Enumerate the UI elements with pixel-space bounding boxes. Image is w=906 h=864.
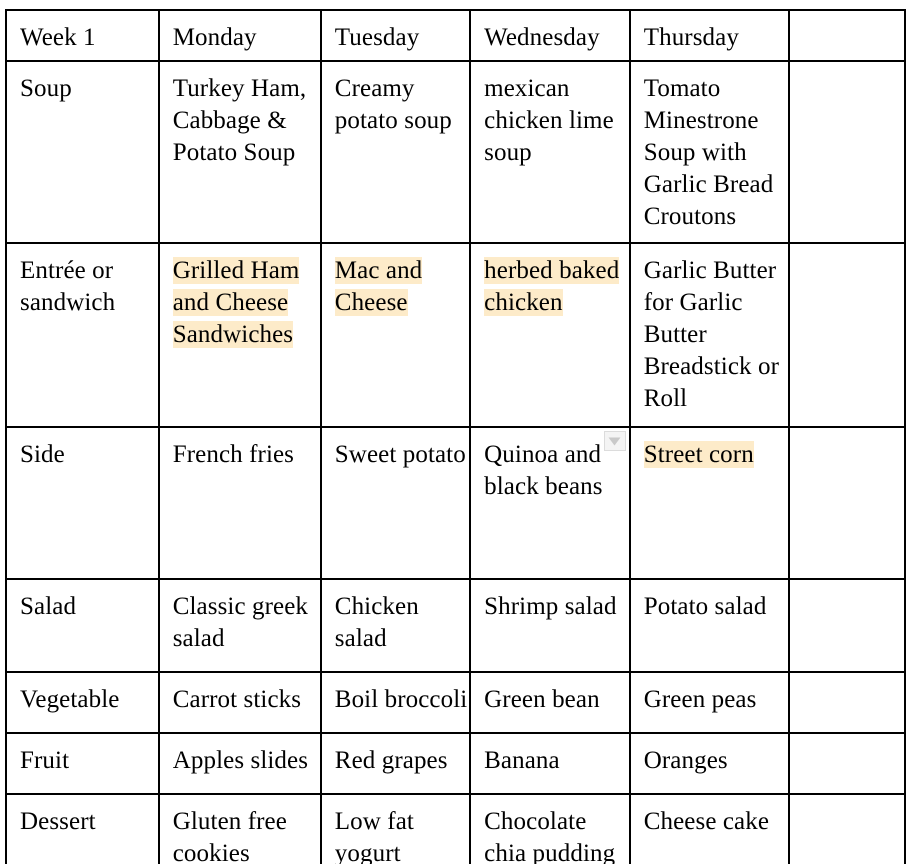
cell-salad-tuesday[interactable]: Chicken salad: [319, 578, 472, 673]
row-label-vegetable[interactable]: Vegetable: [5, 671, 160, 734]
row-label-dessert[interactable]: Dessert: [5, 793, 160, 864]
row-label-entree[interactable]: Entrée or sandwich: [5, 242, 160, 428]
cell-fruit-tuesday[interactable]: Red grapes: [319, 732, 472, 795]
cell-entree-overflow[interactable]: [788, 242, 906, 428]
cell-fruit-wednesday[interactable]: Banana: [469, 732, 631, 795]
weekly-menu-table: Week 1 Monday Tuesday Wednesday Thursday…: [5, 9, 906, 864]
cell-salad-overflow[interactable]: [788, 578, 906, 673]
menu-sheet: Week 1 Monday Tuesday Wednesday Thursday…: [0, 0, 906, 864]
cell-salad-wednesday[interactable]: Shrimp salad: [469, 578, 631, 673]
cell-vegetable-thursday[interactable]: Green peas: [628, 671, 791, 734]
header-label-thursday: Thursday: [643, 24, 739, 51]
table-row-entree: Entrée or sandwich Grilled Ham and Chees…: [5, 242, 906, 428]
cell-entree-tuesday[interactable]: Mac and Cheese: [319, 242, 472, 428]
cell-dessert-wednesday[interactable]: Chocolate chia pudding: [469, 793, 631, 864]
header-label-tuesday: Tuesday: [334, 24, 420, 51]
row-label-fruit[interactable]: Fruit: [5, 732, 160, 795]
cell-fruit-overflow[interactable]: [788, 732, 906, 795]
header-cell-thursday[interactable]: Thursday: [628, 9, 791, 62]
cell-side-overflow[interactable]: [788, 426, 906, 580]
header-cell-week[interactable]: Week 1: [5, 9, 160, 62]
row-label-salad[interactable]: Salad: [5, 578, 160, 673]
cell-side-tuesday[interactable]: Sweet potato: [319, 426, 472, 580]
cell-soup-monday[interactable]: Turkey Ham, Cabbage & Potato Soup: [157, 60, 322, 244]
table-row-salad: Salad Classic greek salad Chicken salad …: [5, 578, 906, 673]
cell-side-thursday[interactable]: Street corn: [628, 426, 791, 580]
cell-vegetable-wednesday[interactable]: Green bean: [469, 671, 631, 734]
table-row-side: Side French fries Sweet potato Quinoa an…: [5, 426, 906, 580]
header-label-week: Week 1: [20, 24, 96, 51]
row-label-side[interactable]: Side: [5, 426, 160, 580]
cell-dessert-tuesday[interactable]: Low fat yogurt: [319, 793, 472, 864]
cell-entree-monday[interactable]: Grilled Ham and Cheese Sandwiches: [157, 242, 322, 428]
header-cell-wednesday[interactable]: Wednesday: [469, 9, 631, 62]
header-cell-overflow[interactable]: [788, 9, 906, 62]
header-cell-tuesday[interactable]: Tuesday: [319, 9, 472, 62]
header-cell-monday[interactable]: Monday: [157, 9, 322, 62]
cell-vegetable-tuesday[interactable]: Boil broccoli: [319, 671, 472, 734]
cell-salad-monday[interactable]: Classic greek salad: [157, 578, 322, 673]
table-header-row: Week 1 Monday Tuesday Wednesday Thursday: [5, 9, 906, 62]
cell-side-monday[interactable]: French fries: [157, 426, 322, 580]
cell-salad-thursday[interactable]: Potato salad: [628, 578, 791, 673]
chevron-down-icon[interactable]: [603, 431, 626, 451]
cell-dessert-overflow[interactable]: [788, 793, 906, 864]
cell-vegetable-monday[interactable]: Carrot sticks: [157, 671, 322, 734]
cell-side-wednesday[interactable]: Quinoa and black beans: [469, 426, 631, 580]
cell-dessert-thursday[interactable]: Cheese cake: [628, 793, 791, 864]
cell-dessert-monday[interactable]: Gluten free cookies: [157, 793, 322, 864]
cell-vegetable-overflow[interactable]: [788, 671, 906, 734]
header-label-wednesday: Wednesday: [484, 24, 600, 51]
table-row-fruit: Fruit Apples slides Red grapes Banana Or…: [5, 732, 906, 795]
table-row-vegetable: Vegetable Carrot sticks Boil broccoli Gr…: [5, 671, 906, 734]
cell-soup-overflow[interactable]: [788, 60, 906, 244]
table-row-soup: Soup Turkey Ham, Cabbage & Potato Soup C…: [5, 60, 906, 244]
cell-entree-thursday[interactable]: Garlic Butter for Garlic Butter Breadsti…: [628, 242, 791, 428]
row-label-soup[interactable]: Soup: [5, 60, 160, 244]
cell-fruit-monday[interactable]: Apples slides: [157, 732, 322, 795]
cell-fruit-thursday[interactable]: Oranges: [628, 732, 791, 795]
cell-soup-tuesday[interactable]: Creamy potato soup: [319, 60, 472, 244]
table-row-dessert: Dessert Gluten free cookies Low fat yogu…: [5, 793, 906, 864]
cell-soup-wednesday[interactable]: mexican chicken lime soup: [469, 60, 631, 244]
cell-soup-thursday[interactable]: Tomato Minestrone Soup with Garlic Bread…: [628, 60, 791, 244]
cell-entree-wednesday[interactable]: herbed baked chicken: [469, 242, 631, 428]
header-label-monday: Monday: [172, 24, 257, 51]
